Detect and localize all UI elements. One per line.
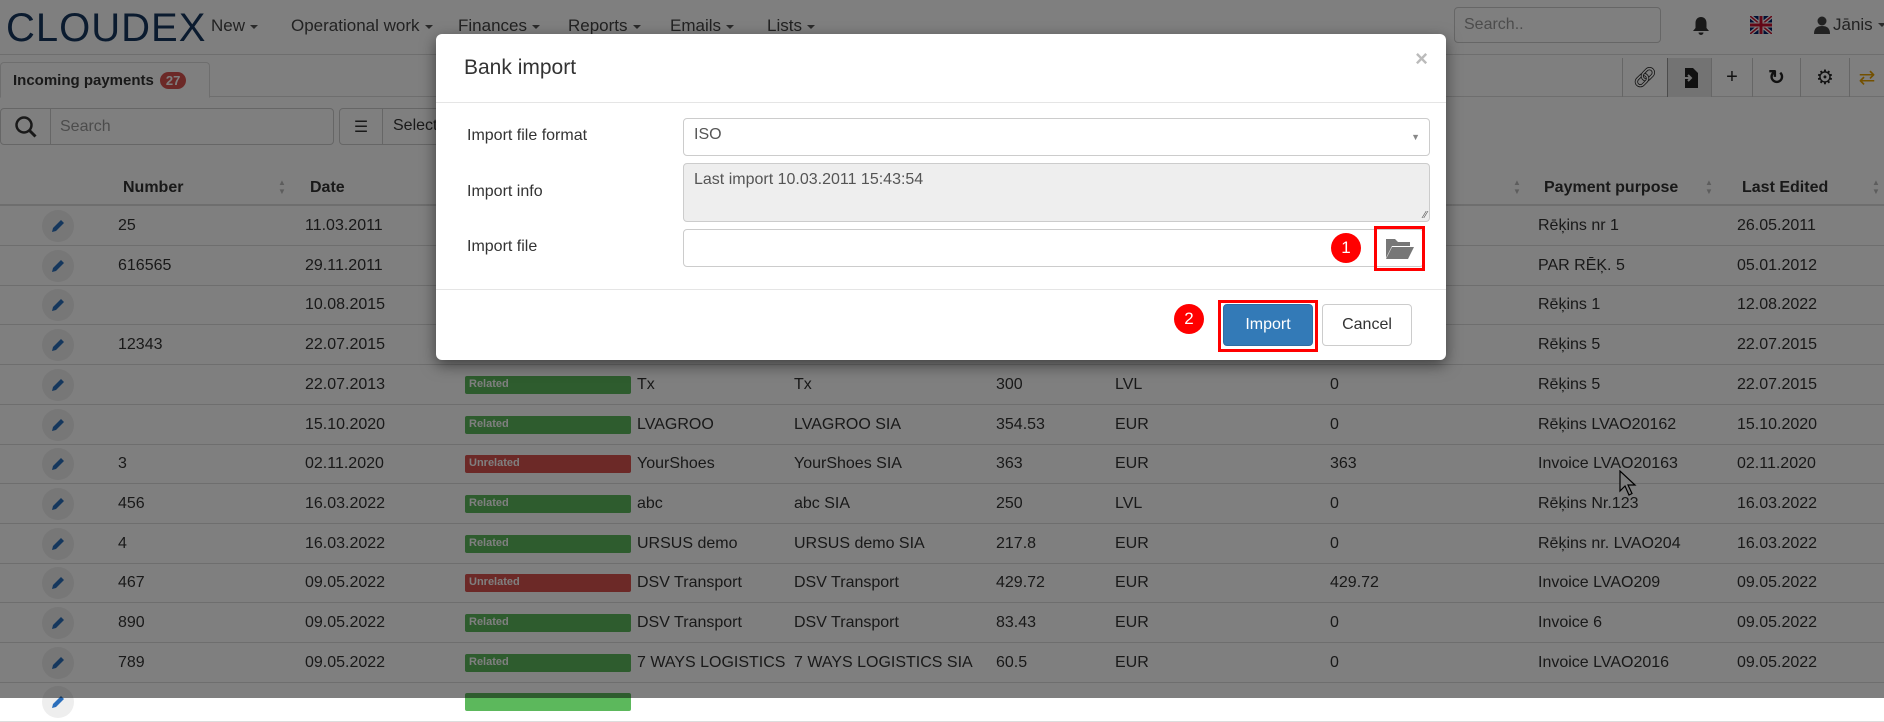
- divider: [436, 289, 1446, 290]
- highlight-box: [1374, 226, 1425, 271]
- bank-import-dialog: Bank import × Import file format ISO ▼ Im…: [436, 34, 1446, 360]
- info-value: Last import 10.03.2011 15:43:54: [694, 171, 924, 188]
- import-file-input[interactable]: [683, 229, 1378, 267]
- dropdown-arrow-icon: ▼: [1411, 132, 1420, 142]
- cancel-button[interactable]: Cancel: [1322, 304, 1412, 346]
- format-value: ISO: [694, 126, 722, 143]
- info-label: Import info: [467, 183, 543, 200]
- close-icon[interactable]: ×: [1415, 46, 1428, 72]
- highlight-box: [1218, 300, 1318, 352]
- resize-handle-icon[interactable]: ⁄⁄: [1424, 210, 1427, 221]
- import-info-textarea[interactable]: Last import 10.03.2011 15:43:54 ⁄⁄: [683, 163, 1430, 222]
- step-marker-1: 1: [1331, 233, 1361, 263]
- file-label: Import file: [467, 238, 538, 255]
- divider: [436, 102, 1446, 103]
- format-label: Import file format: [467, 127, 588, 144]
- format-select[interactable]: ISO ▼: [683, 118, 1430, 156]
- dialog-title: Bank import: [464, 56, 577, 79]
- step-marker-2: 2: [1174, 304, 1204, 334]
